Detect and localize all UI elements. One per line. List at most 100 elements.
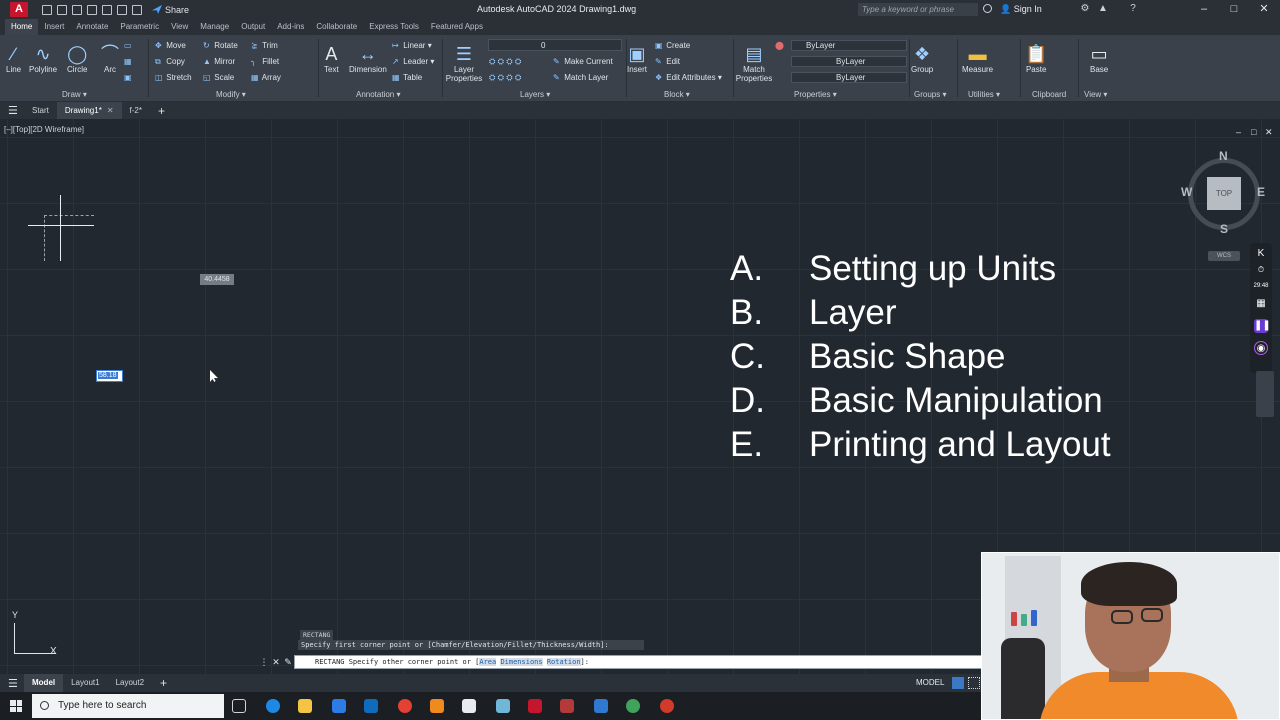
taskbar-search-input[interactable]: Type here to search [32, 694, 224, 718]
viewcube-top-face[interactable]: TOP [1207, 177, 1241, 210]
tab-start[interactable]: Start [24, 102, 57, 119]
recorder-camera-icon[interactable]: ◉ [1254, 341, 1268, 355]
layers-panel-label[interactable]: Layers ▾ [520, 90, 550, 99]
app-icon[interactable] [560, 699, 574, 713]
print-icon[interactable] [102, 4, 112, 15]
move-button[interactable]: ✥ Move [155, 41, 186, 50]
leader-button[interactable]: ↗ Leader ▾ [392, 57, 434, 66]
insert-block-button[interactable]: ▣ Insert [627, 43, 647, 74]
view-panel-label[interactable]: View ▾ [1084, 90, 1107, 99]
tab-drawing1[interactable]: Drawing1* ✕ [56, 102, 122, 119]
edge-browser-icon[interactable] [266, 699, 280, 713]
recorder-app-icon[interactable] [660, 699, 674, 713]
edit-attributes-button[interactable]: ❖ Edit Attributes ▾ [655, 73, 722, 82]
block-panel-label[interactable]: Block ▾ [664, 90, 690, 99]
measure-button[interactable]: ▬ Measure [962, 43, 993, 74]
new-tab-button[interactable]: + [158, 104, 165, 118]
wcs-menu[interactable]: WCS [1208, 251, 1240, 261]
tab-collaborate[interactable]: Collaborate [310, 19, 363, 35]
search-icon[interactable] [983, 4, 992, 13]
compass-west[interactable]: W [1181, 185, 1192, 199]
sign-in-button[interactable]: 👤 Sign In [1000, 4, 1042, 15]
task-view-icon[interactable] [232, 699, 246, 713]
tab-model[interactable]: Model [24, 674, 64, 692]
tab-f2[interactable]: f-2* [122, 102, 150, 119]
annotation-panel-label[interactable]: Annotation ▾ [356, 90, 401, 99]
chrome-icon[interactable] [398, 699, 412, 713]
paste-button[interactable]: 📋 Paste [1025, 43, 1047, 74]
rectangle-tool-button[interactable]: ▭ [124, 41, 133, 50]
model-space-toggle[interactable]: MODEL [916, 678, 944, 687]
compass-north[interactable]: N [1219, 149, 1228, 163]
file-explorer-icon[interactable] [298, 699, 312, 713]
layer-properties-button[interactable]: ☰ Layer Properties [445, 43, 483, 83]
command-option-area[interactable]: Area [479, 658, 497, 666]
help-search-input[interactable]: Type a keyword or phrase [858, 3, 978, 16]
tab-insert[interactable]: Insert [38, 19, 70, 35]
command-customize-icon[interactable]: ✎ [282, 657, 294, 668]
tab-add-ins[interactable]: Add-ins [271, 19, 310, 35]
command-option-rotation[interactable]: Rotation [546, 658, 581, 666]
linetype-dropdown[interactable]: ByLayer [791, 56, 907, 67]
sketch-app-icon[interactable] [430, 699, 444, 713]
tab-parametric[interactable]: Parametric [114, 19, 165, 35]
recorder-logo-icon[interactable]: K [1254, 247, 1268, 261]
new-layout-button[interactable]: + [160, 676, 167, 690]
outlook-icon[interactable] [364, 699, 378, 713]
fillet-button[interactable]: ╮ Fillet [251, 57, 279, 66]
redo-icon[interactable] [132, 4, 142, 15]
group-button[interactable]: ❖ Group [911, 43, 933, 74]
store-icon[interactable] [332, 699, 346, 713]
compass-east[interactable]: E [1257, 185, 1265, 199]
tab-layout2[interactable]: Layout2 [108, 674, 152, 692]
utilities-panel-label[interactable]: Utilities ▾ [968, 90, 1000, 99]
copy-button[interactable]: ⧉ Copy [155, 57, 185, 67]
tab-express-tools[interactable]: Express Tools [363, 19, 425, 35]
match-properties-button[interactable]: ▤ Match Properties [735, 43, 773, 83]
create-block-button[interactable]: ▣ Create [655, 41, 690, 50]
draw-panel-label[interactable]: Draw ▾ [62, 90, 87, 99]
circle-tool-button[interactable]: ◯ Circle [67, 43, 87, 74]
close-tab-icon[interactable]: ✕ [107, 106, 114, 115]
dynamic-input-distance[interactable]: 40.4458 [200, 274, 234, 285]
tab-featured-apps[interactable]: Featured Apps [425, 19, 489, 35]
new-file-icon[interactable] [42, 4, 52, 15]
save-as-icon[interactable] [87, 4, 97, 15]
tab-home[interactable]: Home [5, 19, 39, 35]
minimize-button[interactable]: – [1198, 3, 1210, 15]
save-icon[interactable] [72, 4, 82, 15]
autocad-logo-icon[interactable]: A [10, 2, 28, 17]
polyline-tool-button[interactable]: ∿ Polyline [29, 43, 57, 74]
viewport-close-icon[interactable]: ✕ [1265, 127, 1273, 138]
tab-output[interactable]: Output [235, 19, 271, 35]
maximize-button[interactable]: □ [1228, 3, 1240, 15]
autocad-taskbar-icon[interactable] [528, 699, 542, 713]
recorder-draw-icon[interactable]: ▦ [1254, 297, 1268, 311]
array-button[interactable]: ▦ Array [251, 73, 281, 82]
command-close-icon[interactable]: ✕ [270, 657, 282, 668]
properties-panel-label[interactable]: Properties ▾ [794, 90, 837, 99]
lineweight-dropdown[interactable]: ByLayer [791, 72, 907, 83]
undo-icon[interactable] [117, 4, 127, 15]
app-icon[interactable] [594, 699, 608, 713]
rotate-button[interactable]: ↻ Rotate [203, 41, 238, 50]
layout-menu-icon[interactable]: ☰ [8, 677, 24, 690]
dynamic-input-active[interactable]: 58.18 [96, 370, 123, 382]
open-file-icon[interactable] [57, 4, 67, 15]
help-triangle-icon[interactable]: ▲ [1098, 4, 1108, 14]
scale-button[interactable]: ◱ Scale [203, 73, 234, 82]
help-icon[interactable]: ? [1128, 4, 1138, 14]
command-input[interactable]: RECTANG Specify other corner point or [A… [294, 655, 982, 669]
edit-block-button[interactable]: ✎ Edit [655, 57, 680, 66]
match-layer-button[interactable]: ✎ Match Layer [553, 73, 608, 82]
paint-app-icon[interactable] [496, 699, 510, 713]
boundary-tool-button[interactable]: ▣ [124, 73, 133, 82]
dimension-button[interactable]: ↔ Dimension [349, 43, 387, 74]
snap-toggle-icon[interactable] [968, 677, 980, 689]
text-button[interactable]: A Text [324, 43, 339, 74]
chrome-profile-icon[interactable] [626, 699, 640, 713]
tab-view[interactable]: View [165, 19, 194, 35]
tab-manage[interactable]: Manage [194, 19, 235, 35]
hamburger-menu-icon[interactable]: ☰ [8, 104, 24, 117]
windows-start-icon[interactable] [10, 700, 22, 712]
